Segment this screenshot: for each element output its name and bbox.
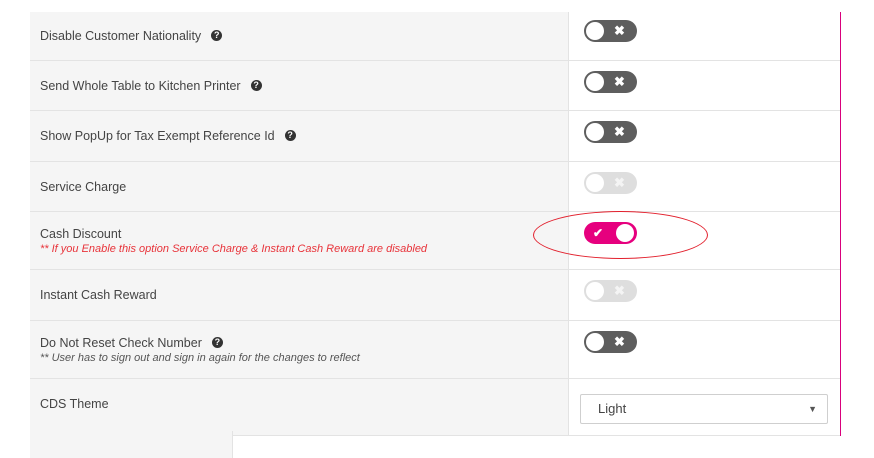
- question-circle-icon[interactable]: ?: [211, 336, 223, 348]
- check-number-note: ** User has to sign out and sign in agai…: [40, 351, 360, 364]
- setting-label: CDS Theme: [40, 397, 109, 411]
- setting-row-cash-discount: Cash Discount ** If you Enable this opti…: [30, 212, 840, 270]
- table-bottom-cell: [30, 431, 233, 458]
- toggle-send-whole-table[interactable]: ✖: [584, 71, 637, 93]
- setting-row-instant-cash-reward: Instant Cash Reward ✖: [30, 270, 840, 321]
- setting-label: Disable Customer Nationality: [40, 29, 202, 43]
- toggle-show-popup-tax-exempt[interactable]: ✖: [584, 121, 637, 143]
- setting-label: Cash Discount: [40, 226, 122, 241]
- toggle-cash-discount[interactable]: ✔: [584, 222, 637, 244]
- setting-row-service-charge: Service Charge ✖: [30, 162, 840, 212]
- setting-row-show-popup-tax-exempt: Show PopUp for Tax Exempt Reference Id? …: [30, 111, 840, 162]
- cds-theme-selected-value: Light: [598, 401, 627, 416]
- x-icon: ✖: [614, 334, 625, 349]
- toggle-do-not-reset-check-number[interactable]: ✖: [584, 331, 637, 353]
- setting-label: Show PopUp for Tax Exempt Reference Id: [40, 129, 275, 143]
- x-icon: ✖: [614, 74, 625, 89]
- setting-label: Service Charge: [40, 179, 127, 194]
- question-circle-icon[interactable]: ?: [250, 79, 262, 91]
- setting-label: Instant Cash Reward: [40, 288, 157, 302]
- toggle-disable-customer-nationality[interactable]: ✖: [584, 20, 637, 42]
- toggle-instant-cash-reward[interactable]: ✖: [584, 280, 637, 302]
- setting-row-send-whole-table: Send Whole Table to Kitchen Printer? ✖: [30, 61, 840, 111]
- setting-label: Send Whole Table to Kitchen Printer: [40, 78, 241, 93]
- cash-discount-note: ** If you Enable this option Service Cha…: [40, 242, 428, 255]
- setting-row-do-not-reset-check-number: Do Not Reset Check Number? ** User has t…: [30, 321, 840, 379]
- question-circle-icon[interactable]: ?: [211, 30, 223, 42]
- x-icon: ✖: [614, 175, 625, 190]
- caret-down-icon: ▼: [808, 404, 817, 414]
- x-icon: ✖: [614, 124, 625, 139]
- cds-theme-select[interactable]: Light ▼: [580, 394, 828, 424]
- toggle-service-charge[interactable]: ✖: [584, 172, 637, 194]
- setting-label: Do Not Reset Check Number: [40, 335, 202, 350]
- check-icon: ✔: [593, 226, 604, 240]
- x-icon: ✖: [614, 283, 625, 298]
- settings-table: Disable Customer Nationality? ✖ Send Who…: [30, 12, 841, 436]
- setting-row-cds-theme: CDS Theme Light ▼: [30, 379, 840, 436]
- x-icon: ✖: [614, 23, 625, 38]
- setting-row-disable-customer-nationality: Disable Customer Nationality? ✖: [30, 12, 840, 61]
- question-circle-icon[interactable]: ?: [284, 130, 296, 142]
